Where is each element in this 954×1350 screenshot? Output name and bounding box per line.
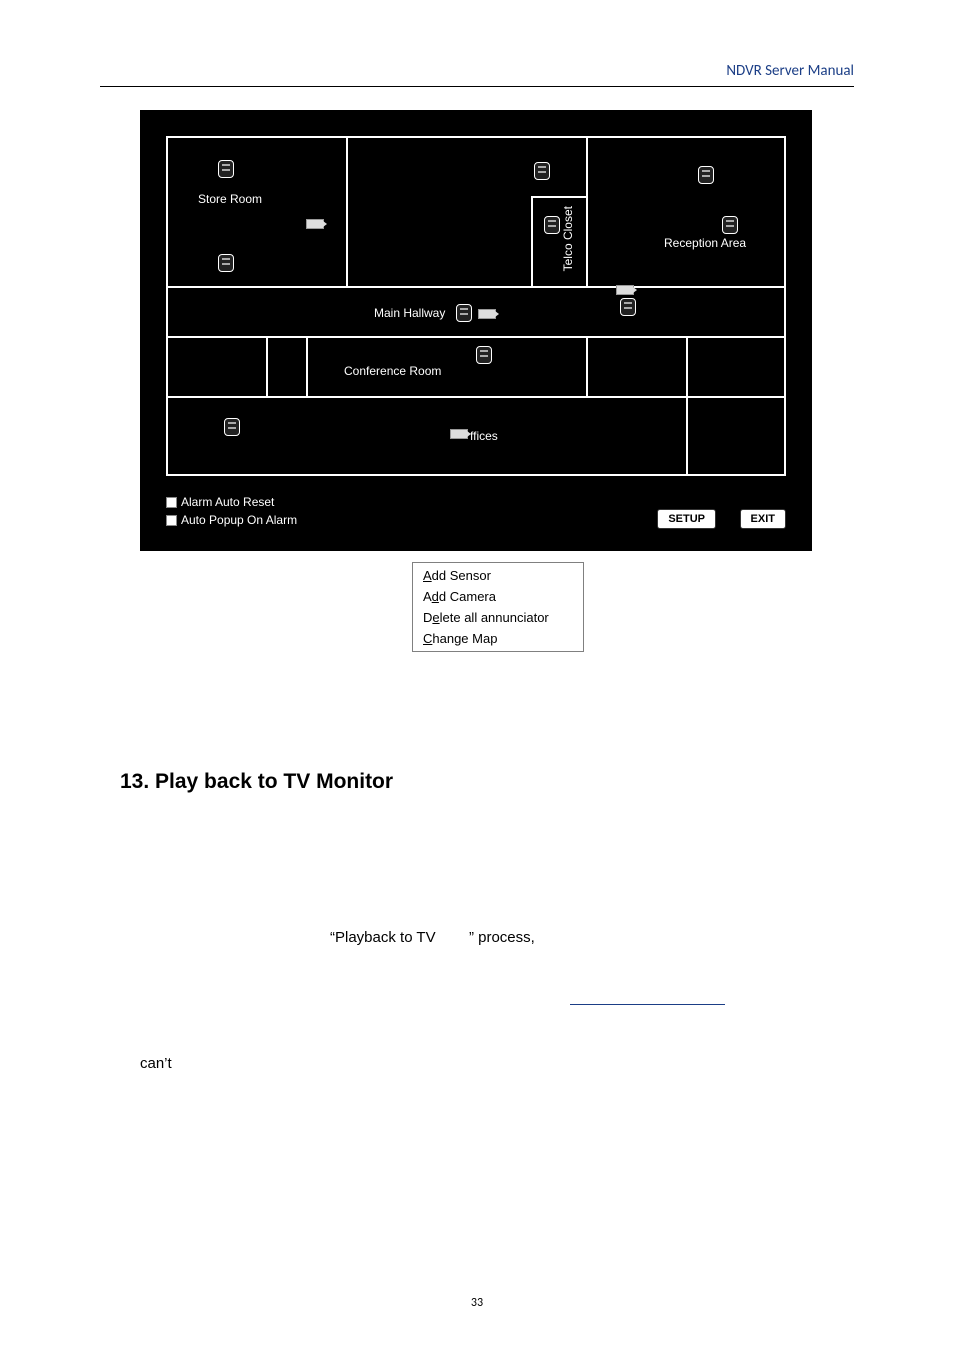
label-telco-closet: Telco Closet — [561, 206, 575, 271]
mi-u: e — [432, 610, 439, 625]
mi-post: lete all annunciator — [440, 610, 549, 625]
mi-u: C — [423, 631, 432, 646]
sensor-icon[interactable] — [218, 160, 234, 178]
mi-pre: A — [423, 589, 432, 604]
menu-add-camera[interactable]: Add Camera — [413, 586, 583, 607]
label-conference-room: Conference Room — [344, 364, 441, 378]
sensor-icon[interactable] — [456, 304, 472, 322]
camera-icon[interactable] — [478, 308, 498, 320]
body-text-line1: “Playback to TV ” process, — [330, 922, 535, 954]
sensor-icon[interactable] — [534, 162, 550, 180]
camera-icon[interactable] — [616, 284, 636, 296]
checkbox-icon — [166, 515, 177, 526]
sensor-icon[interactable] — [620, 298, 636, 316]
header-title: NDVR Server Manual — [726, 62, 854, 80]
sensor-icon[interactable] — [722, 216, 738, 234]
label-reception-area: Reception Area — [664, 236, 746, 250]
floor-map: Store Room Telco Closet Reception Area M… — [166, 136, 786, 476]
sensor-icon[interactable] — [698, 166, 714, 184]
menu-delete-all[interactable]: Delete all annunciator — [413, 607, 583, 628]
mi-pre: D — [423, 610, 432, 625]
text-fragment: ” process, — [469, 929, 535, 946]
camera-icon[interactable] — [306, 218, 326, 230]
sensor-icon[interactable] — [544, 216, 560, 234]
sensor-icon[interactable] — [224, 418, 240, 436]
section-heading: 13. Play back to TV Monitor — [120, 770, 393, 794]
menu-change-map[interactable]: Change Map — [413, 628, 583, 649]
menu-add-sensor[interactable]: Add Sensor — [413, 565, 583, 586]
exit-button[interactable]: EXIT — [740, 509, 786, 529]
header-rule — [100, 86, 854, 87]
page-number: 33 — [0, 1296, 954, 1310]
checkbox-label: Alarm Auto Reset — [181, 495, 274, 509]
emap-screenshot: Store Room Telco Closet Reception Area M… — [140, 110, 812, 551]
mi-post: dd Sensor — [432, 568, 491, 583]
checkbox-icon — [166, 497, 177, 508]
mi-post: d Camera — [439, 589, 496, 604]
link-underline — [570, 1004, 725, 1005]
context-menu: Add Sensor Add Camera Delete all annunci… — [412, 562, 584, 652]
mi-post: hange Map — [432, 631, 497, 646]
label-offices: ffices — [470, 429, 498, 443]
label-main-hallway: Main Hallway — [374, 306, 445, 320]
mi-u: d — [432, 589, 439, 604]
sensor-icon[interactable] — [476, 346, 492, 364]
checkbox-label: Auto Popup On Alarm — [181, 513, 297, 527]
sensor-icon[interactable] — [218, 254, 234, 272]
mi-u: A — [423, 568, 432, 583]
setup-button[interactable]: SETUP — [657, 509, 716, 529]
label-store-room: Store Room — [198, 192, 262, 206]
text-fragment: “Playback to TV — [330, 929, 436, 946]
body-text-line2: can’t — [140, 1048, 172, 1080]
camera-icon[interactable] — [450, 428, 470, 440]
